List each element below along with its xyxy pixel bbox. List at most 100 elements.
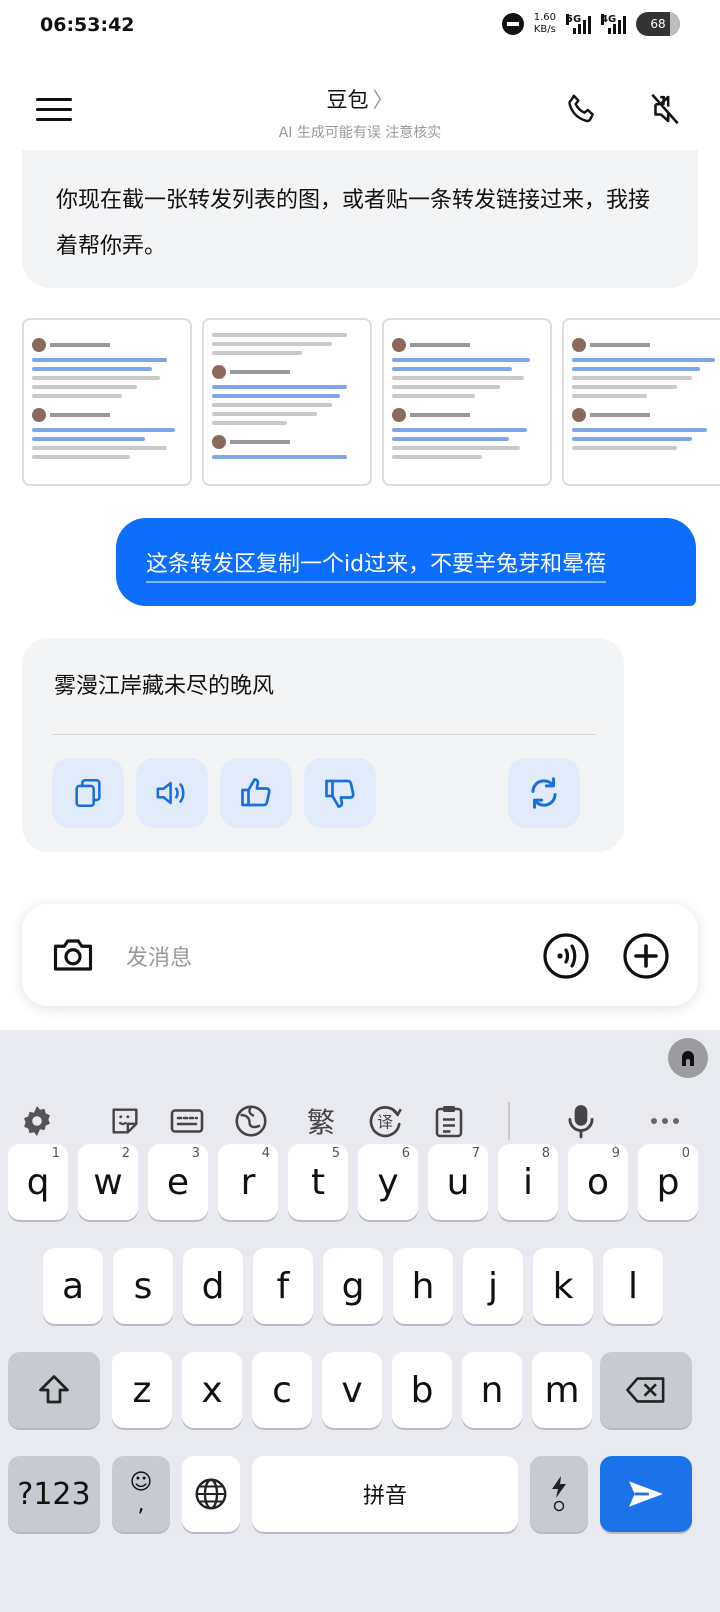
key-z[interactable]: z: [112, 1352, 172, 1428]
key-s[interactable]: s: [113, 1248, 173, 1324]
network-speed-value: 1.60: [533, 12, 556, 23]
thumbs-down-icon: [325, 779, 355, 808]
keyboard-layout-icon[interactable]: [168, 1102, 206, 1140]
key-label: u: [446, 1161, 470, 1203]
regenerate-button[interactable]: [508, 758, 580, 828]
key-label: e: [166, 1161, 190, 1203]
status-bar: 06:53:42 1.60 KB/s 5G 4G 68: [0, 0, 720, 56]
key-label: i: [522, 1161, 533, 1203]
sticker-icon[interactable]: [106, 1102, 144, 1140]
screenshot-thumbnail[interactable]: [202, 318, 372, 486]
space-key[interactable]: 拼音: [252, 1456, 518, 1532]
key-l[interactable]: l: [603, 1248, 663, 1324]
thumbs-up-icon: [241, 778, 271, 807]
emoji-comma-key[interactable]: ☺ ,: [112, 1456, 170, 1532]
ai-reply-card: 雾漫江岸藏未尽的晚风: [22, 638, 624, 852]
key-label: x: [201, 1369, 223, 1411]
battery-icon: 68: [636, 12, 680, 36]
key-x[interactable]: x: [182, 1352, 242, 1428]
key-w[interactable]: w2: [78, 1144, 138, 1220]
title-area[interactable]: 豆包〉 AI 生成可能有误 注意核实: [0, 84, 720, 142]
theme-icon[interactable]: [232, 1102, 270, 1140]
key-number-hint: 4: [261, 1146, 270, 1161]
translate-icon[interactable]: 译: [366, 1102, 404, 1140]
keyboard-logo-icon[interactable]: [668, 1038, 708, 1078]
speaker-icon: [156, 781, 185, 805]
message-input-bar: 发消息: [22, 904, 698, 1006]
more-options-icon[interactable]: [646, 1102, 684, 1140]
microphone-icon[interactable]: [562, 1102, 600, 1140]
shift-key[interactable]: [8, 1352, 100, 1428]
key-number-hint: 3: [191, 1146, 200, 1161]
network-speed-unit: KB/s: [533, 24, 556, 35]
key-label: r: [240, 1161, 256, 1203]
send-key[interactable]: [600, 1456, 692, 1532]
add-icon[interactable]: [622, 932, 670, 980]
user-message-bubble[interactable]: 这条转发区复制一个id过来，不要辛兔芽和晕蓓: [116, 518, 696, 606]
key-g[interactable]: g: [323, 1248, 383, 1324]
key-number-hint: 7: [471, 1146, 480, 1161]
comma-label: ,: [137, 1492, 145, 1517]
key-m[interactable]: m: [532, 1352, 592, 1428]
key-a[interactable]: a: [43, 1248, 103, 1324]
clipboard-icon[interactable]: [430, 1102, 468, 1140]
shift-arrow-icon: [39, 1375, 69, 1404]
camera-icon[interactable]: [50, 934, 96, 976]
key-d[interactable]: d: [183, 1248, 243, 1324]
key-label: y: [377, 1161, 399, 1203]
message-input[interactable]: 发消息: [126, 940, 192, 972]
key-t[interactable]: t5: [288, 1144, 348, 1220]
key-q[interactable]: q1: [8, 1144, 68, 1220]
key-h[interactable]: h: [393, 1248, 453, 1324]
key-f[interactable]: f: [253, 1248, 313, 1324]
do-not-disturb-icon: [501, 13, 524, 35]
key-v[interactable]: v: [322, 1352, 382, 1428]
key-label: s: [133, 1265, 153, 1307]
key-label: q: [26, 1161, 50, 1203]
key-label: d: [201, 1265, 225, 1307]
chat-title[interactable]: 豆包〉: [0, 84, 720, 114]
like-button[interactable]: [220, 758, 292, 828]
settings-gear-icon[interactable]: [18, 1102, 56, 1140]
sim2-signal-icon: 4G: [601, 14, 626, 34]
voice-call-icon[interactable]: [542, 932, 590, 980]
key-p[interactable]: p0: [638, 1144, 698, 1220]
read-aloud-button[interactable]: [136, 758, 208, 828]
status-time: 06:53:42: [40, 14, 135, 36]
backspace-key[interactable]: [600, 1352, 692, 1428]
key-label: k: [552, 1265, 574, 1307]
small-circle-icon: [553, 1500, 565, 1512]
key-j[interactable]: j: [463, 1248, 523, 1324]
quick-punct-key[interactable]: [530, 1456, 588, 1532]
key-number-hint: 2: [121, 1146, 130, 1161]
key-k[interactable]: k: [533, 1248, 593, 1324]
key-e[interactable]: e3: [148, 1144, 208, 1220]
key-n[interactable]: n: [462, 1352, 522, 1428]
key-o[interactable]: o9: [568, 1144, 628, 1220]
ai-message-card: 你现在截一张转发列表的图，或者贴一条转发链接过来，我接着帮你弄。: [22, 150, 698, 288]
dislike-button[interactable]: [304, 758, 376, 828]
language-key[interactable]: [182, 1456, 240, 1532]
key-label: n: [480, 1369, 504, 1411]
key-label: v: [341, 1369, 363, 1411]
battery-level: 68: [650, 17, 666, 31]
key-y[interactable]: y6: [358, 1144, 418, 1220]
chat-title-text: 豆包: [326, 88, 369, 112]
mute-icon[interactable]: [646, 90, 684, 128]
symbols-key[interactable]: ?123: [8, 1456, 100, 1532]
network-speed: 1.60 KB/s: [534, 12, 556, 36]
key-b[interactable]: b: [392, 1352, 452, 1428]
phone-call-icon[interactable]: [564, 92, 600, 128]
key-c[interactable]: c: [252, 1352, 312, 1428]
screenshot-thumbnail[interactable]: [22, 318, 192, 486]
copy-button[interactable]: [52, 758, 124, 828]
screenshot-thumbnail[interactable]: [382, 318, 552, 486]
divider: [52, 734, 596, 735]
key-r[interactable]: r4: [218, 1144, 278, 1220]
key-label: w: [93, 1161, 123, 1203]
screenshot-thumbnail[interactable]: [562, 318, 720, 486]
sim1-label: 5G: [566, 14, 582, 25]
traditional-chinese-toggle[interactable]: 繁: [302, 1102, 340, 1140]
key-i[interactable]: i8: [498, 1144, 558, 1220]
key-u[interactable]: u7: [428, 1144, 488, 1220]
